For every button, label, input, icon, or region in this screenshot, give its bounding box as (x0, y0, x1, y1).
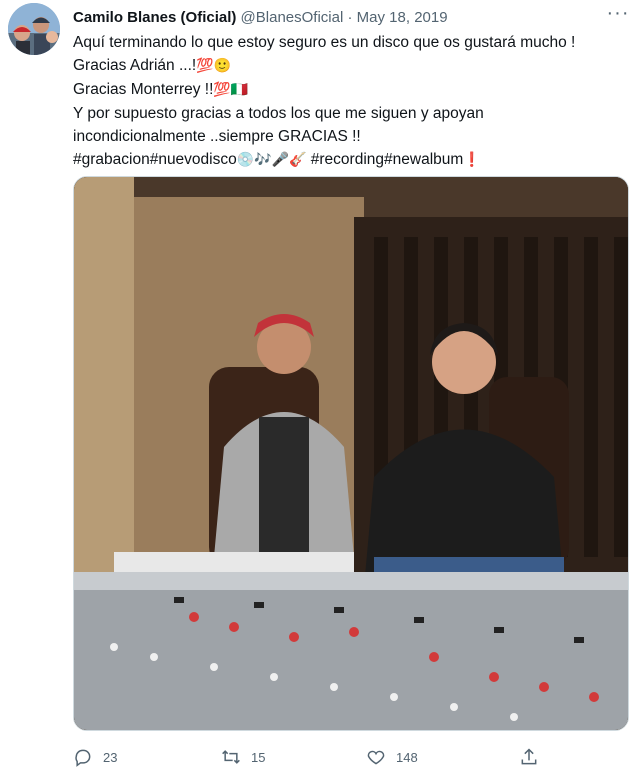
tweet-photo[interactable] (73, 176, 629, 731)
author-name[interactable]: Camilo Blanes (Oficial) (73, 9, 236, 26)
tweet-text: Aquí terminando lo que estoy seguro es u… (73, 31, 623, 172)
hundred-flag-emoji: 💯🇮🇹 (213, 82, 249, 98)
hashtag-grabacion-nuevodisco[interactable]: #grabacion#nuevodisco (73, 151, 237, 168)
author-handle[interactable]: @BlanesOficial (241, 9, 344, 26)
hundred-smile-emoji: 💯🙂 (196, 58, 232, 74)
retweet-count: 15 (251, 749, 266, 765)
tweet-line-2: Gracias Adrián ...!💯🙂 (73, 54, 623, 78)
tweet-line-3: Gracias Monterrey !!💯🇮🇹 (73, 78, 623, 102)
tweet-line-3-text: Gracias Monterrey !! (73, 81, 214, 98)
reply-icon (75, 749, 91, 767)
hashtag-recording-newalbum[interactable]: #recording#newalbum (306, 151, 464, 168)
like-button[interactable]: 148 (366, 743, 418, 771)
tweet-line-2-text: Gracias Adrián ...! (73, 57, 197, 74)
exclamation-emoji: ❗ (463, 152, 481, 168)
tweet-date[interactable]: May 18, 2019 (357, 9, 448, 26)
separator-dot: · (347, 9, 353, 26)
heart-icon (367, 750, 385, 765)
like-count: 148 (396, 749, 418, 765)
reply-count: 23 (103, 749, 118, 765)
author-avatar[interactable] (8, 3, 60, 55)
tweet-hashtags: #grabacion#nuevodisco💿🎶🎤🎸 #recording#new… (73, 148, 623, 172)
retweet-button[interactable]: 15 (221, 743, 265, 771)
retweet-icon (222, 750, 240, 764)
more-options-icon[interactable]: ··· (605, 3, 631, 26)
tweet-actions: 23 15 148 (73, 743, 629, 771)
tweet-line-1: Aquí terminando lo que estoy seguro es u… (73, 34, 576, 51)
share-button[interactable] (519, 743, 549, 771)
tweet-line-5: incondicionalmente ..siempre GRACIAS !! (73, 128, 361, 145)
share-icon (521, 748, 537, 765)
reply-button[interactable]: 23 (73, 743, 117, 771)
music-emojis: 💿🎶🎤🎸 (236, 152, 307, 168)
tweet-header: Camilo Blanes (Oficial) @BlanesOficial ·… (73, 8, 448, 28)
tweet-line-4: Y por supuesto gracias a todos los que m… (73, 105, 484, 122)
